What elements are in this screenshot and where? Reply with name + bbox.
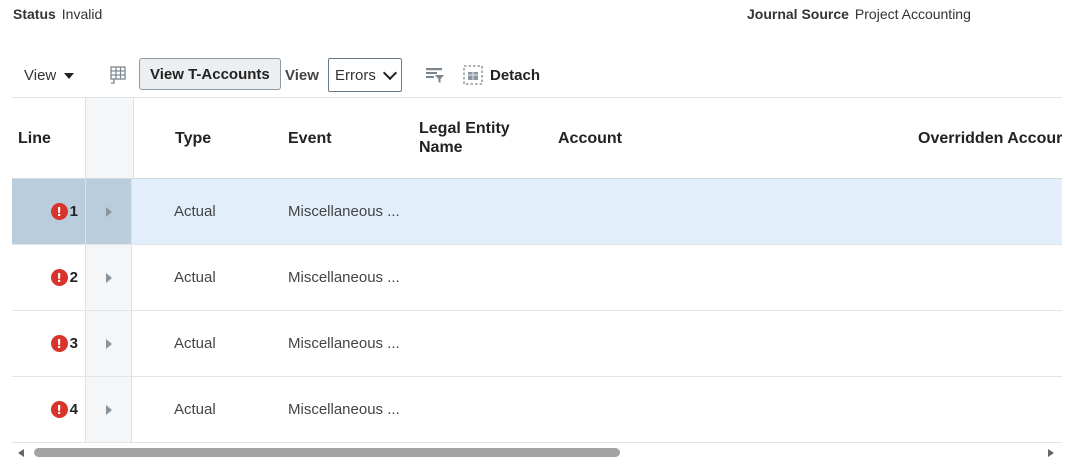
expand-row-icon[interactable] [85,377,132,442]
table-row[interactable]: ! 2 Actual Miscellaneous ... [12,245,1062,311]
line-cell: ! 3 [12,311,85,376]
line-cell: ! 1 [12,179,85,244]
error-icon[interactable]: ! [50,335,68,352]
header-info: Status Invalid Journal Source Project Acco… [13,6,1065,26]
line-cell: ! 2 [12,245,85,310]
expand-row-icon[interactable] [85,245,132,310]
column-header-account[interactable]: Account [558,98,622,178]
expand-row-icon[interactable] [85,179,132,244]
event-cell: Miscellaneous ... [288,203,400,220]
view-filter-label: View [285,66,319,84]
column-header-overridden-account[interactable]: Overridden Accour [918,98,1062,178]
scroll-right-icon[interactable] [1048,449,1054,457]
column-header-legal-entity-line2: Name [419,139,463,156]
column-header-event[interactable]: Event [288,98,332,178]
event-cell: Miscellaneous ... [288,335,400,352]
table-row[interactable]: ! 3 Actual Miscellaneous ... [12,311,1062,377]
event-cell: Miscellaneous ... [288,401,400,418]
table-toolbar: View View T-Accounts View Errors Detach [12,57,1062,93]
column-header-expander [85,98,134,178]
line-cell: ! 4 [12,377,85,442]
freeze-columns-icon[interactable] [108,57,128,93]
table-row[interactable]: ! 1 Actual Miscellaneous ... [12,179,1062,245]
view-t-accounts-button[interactable]: View T-Accounts [139,58,281,90]
expand-row-icon[interactable] [85,311,132,376]
table-header: Line Type Event Legal Entity Name Accoun… [12,98,1062,179]
error-icon[interactable]: ! [50,203,68,220]
column-header-type[interactable]: Type [175,98,211,178]
column-header-line[interactable]: Line [18,98,51,178]
scrollbar-thumb[interactable] [34,448,620,457]
filter-icon[interactable] [424,57,446,93]
view-menu-label: View [24,66,57,84]
event-cell: Miscellaneous ... [288,269,400,286]
line-number: 2 [69,269,78,286]
table-row[interactable]: ! 4 Actual Miscellaneous ... [12,377,1062,443]
view-menu[interactable]: View [24,57,75,93]
chevron-down-icon [382,65,398,80]
type-cell: Actual [174,401,216,418]
journal-source-value: Project Accounting [854,6,971,22]
status-field: Status Invalid [13,6,102,22]
journal-source-field: Journal Source Project Accounting [747,6,971,22]
column-header-legal-entity-name[interactable]: Legal Entity Name [419,98,510,178]
horizontal-scrollbar[interactable] [12,444,1062,462]
view-filter-value: Errors [335,66,376,84]
status-value: Invalid [61,6,103,22]
detach-icon[interactable] [462,57,484,93]
scroll-left-icon[interactable] [18,449,24,457]
journal-source-label: Journal Source [747,6,849,22]
type-cell: Actual [174,269,216,286]
line-number: 4 [69,401,78,418]
type-cell: Actual [174,203,216,220]
caret-down-icon [64,73,75,79]
status-label: Status [13,6,56,22]
error-icon[interactable]: ! [50,401,68,418]
column-header-legal-entity-line1: Legal Entity [419,120,510,137]
journal-lines-table: Line Type Event Legal Entity Name Accoun… [12,97,1062,443]
view-filter-select[interactable]: Errors [328,58,402,92]
detach-button[interactable]: Detach [490,57,540,93]
type-cell: Actual [174,335,216,352]
line-number: 3 [69,335,78,352]
error-icon[interactable]: ! [50,269,68,286]
line-number: 1 [69,203,78,220]
